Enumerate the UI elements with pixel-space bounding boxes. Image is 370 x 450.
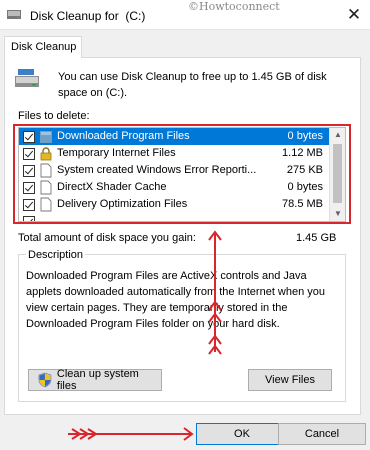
scroll-thumb[interactable] xyxy=(333,144,342,203)
files-to-delete-label: Files to delete: xyxy=(18,110,90,122)
ok-button[interactable]: OK xyxy=(196,423,288,445)
files-list[interactable]: Downloaded Program Files 0 bytes Tempora… xyxy=(18,127,346,222)
window-title: Disk Cleanup for (C:) xyxy=(30,9,146,23)
file-name: Downloaded Program Files xyxy=(57,130,190,142)
disk-cleanup-icon xyxy=(7,10,21,19)
checkbox[interactable] xyxy=(23,199,35,211)
file-name: System created Windows Error Reporti... xyxy=(57,164,257,176)
total-space-label: Total amount of disk space you gain: xyxy=(18,232,196,244)
file-row-temporary-internet-files[interactable]: Temporary Internet Files 1.12 MB xyxy=(19,145,345,162)
total-space-value: 1.45 GB xyxy=(296,232,337,244)
title-bar: Disk Cleanup for (C:) ©Howtoconnect ✕ xyxy=(0,0,370,30)
watermark: ©Howtoconnect xyxy=(188,0,280,13)
file-row-directx-shader-cache[interactable]: DirectX Shader Cache 0 bytes xyxy=(19,179,345,196)
file-row-system-error-reporting[interactable]: System created Windows Error Reporti... … xyxy=(19,162,345,179)
view-files-button[interactable]: View Files xyxy=(248,369,332,391)
file-icon xyxy=(40,197,52,212)
file-name: Delivery Optimization Files xyxy=(57,198,188,210)
file-row-delivery-optimization-files[interactable]: Delivery Optimization Files 78.5 MB xyxy=(19,196,345,213)
folder-icon xyxy=(40,131,52,143)
checkbox[interactable] xyxy=(23,148,35,160)
close-button[interactable]: ✕ xyxy=(342,4,366,26)
file-size: 1.12 MB xyxy=(282,147,323,159)
intro-text: You can use Disk Cleanup to free up to 1… xyxy=(58,71,327,99)
uac-shield-icon xyxy=(38,372,52,388)
lock-icon xyxy=(40,147,52,161)
file-row-downloaded-program-files[interactable]: Downloaded Program Files 0 bytes xyxy=(19,128,345,145)
clean-up-system-files-label: Clean up system files xyxy=(56,368,139,392)
checkbox[interactable] xyxy=(23,216,35,221)
checkbox[interactable] xyxy=(23,165,35,177)
checkbox[interactable] xyxy=(23,182,35,194)
checkbox[interactable] xyxy=(23,131,35,143)
file-name: DirectX Shader Cache xyxy=(57,181,167,193)
description-legend: Description xyxy=(26,249,86,261)
file-row-partial xyxy=(19,213,345,221)
description-text: Downloaded Program Files are ActiveX con… xyxy=(26,270,326,330)
file-size: 275 KB xyxy=(286,164,323,176)
file-icon xyxy=(40,180,52,195)
files-scrollbar[interactable]: ▲ ▼ xyxy=(329,128,345,221)
scroll-down-icon[interactable]: ▼ xyxy=(330,207,345,221)
cancel-button[interactable]: Cancel xyxy=(278,423,366,445)
scroll-up-icon[interactable]: ▲ xyxy=(330,128,345,142)
clean-up-system-files-button[interactable]: Clean up system files xyxy=(28,368,162,392)
file-name: Temporary Internet Files xyxy=(57,147,176,159)
drive-icon xyxy=(15,69,39,87)
file-size: 0 bytes xyxy=(287,130,323,142)
file-icon xyxy=(40,163,52,178)
file-size: 0 bytes xyxy=(287,181,323,193)
file-size: 78.5 MB xyxy=(282,198,323,210)
tab-disk-cleanup[interactable]: Disk Cleanup xyxy=(4,36,82,58)
